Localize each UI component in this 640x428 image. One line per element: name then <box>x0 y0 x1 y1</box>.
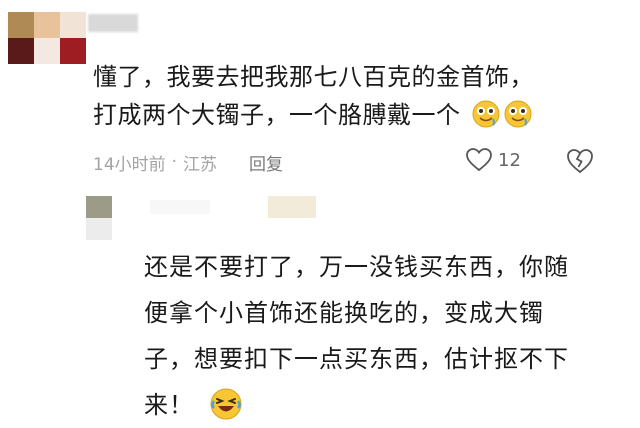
broken-heart-icon <box>567 149 593 174</box>
reply-body: 还是不要打了，万一没钱买东西，你随 便拿个小首饰还能换吃的，变成大镯 子，想要扣… <box>144 244 569 428</box>
reply-username-blurred-tag <box>268 196 316 218</box>
avatar-tile <box>60 38 86 64</box>
avatar-tile <box>34 12 60 38</box>
avatar-tile <box>86 218 112 240</box>
comment-body: 懂了，我要去把我那七八百克的金首饰， 打成两个大镯子，一个胳膊戴一个 <box>93 58 534 134</box>
comment-line: 打成两个大镯子，一个胳膊戴一个 <box>93 101 461 129</box>
meta-separator: · <box>171 152 178 172</box>
reply-button[interactable]: 回复 <box>249 150 283 175</box>
comment-line: 懂了，我要去把我那七八百克的金首饰， <box>93 63 534 91</box>
avatar[interactable] <box>8 12 86 64</box>
heart-icon <box>466 148 492 172</box>
reply-line-with-emoji: 来！ <box>144 382 569 428</box>
comment-meta: 14小时前 · 江苏 回复 <box>93 150 283 175</box>
drooling-face-icon <box>472 100 500 128</box>
comment-line-with-emoji: 打成两个大镯子，一个胳膊戴一个 <box>93 96 534 134</box>
reply-line: 子，想要扣下一点买东西，估计抠不下 <box>144 345 569 373</box>
reply-username-blurred[interactable] <box>150 200 210 214</box>
avatar-tile <box>60 12 86 38</box>
location: 江苏 <box>183 154 218 175</box>
like-button[interactable]: 12 <box>466 148 521 172</box>
laughing-face-icon <box>210 388 242 420</box>
like-count: 12 <box>498 149 521 171</box>
reply-avatar[interactable] <box>86 196 112 240</box>
drooling-face-icon <box>504 100 532 128</box>
reply-line: 来！ <box>144 391 194 419</box>
reply-line: 便拿个小首饰还能换吃的，变成大镯 <box>144 299 544 327</box>
username-blurred[interactable] <box>88 14 138 32</box>
avatar-tile <box>34 38 60 64</box>
avatar-tile <box>8 12 34 38</box>
timestamp: 14小时前 <box>93 154 166 175</box>
dislike-button[interactable] <box>566 148 594 178</box>
avatar-tile <box>86 196 112 218</box>
avatar-tile <box>8 38 34 64</box>
reply-line: 还是不要打了，万一没钱买东西，你随 <box>144 253 569 281</box>
